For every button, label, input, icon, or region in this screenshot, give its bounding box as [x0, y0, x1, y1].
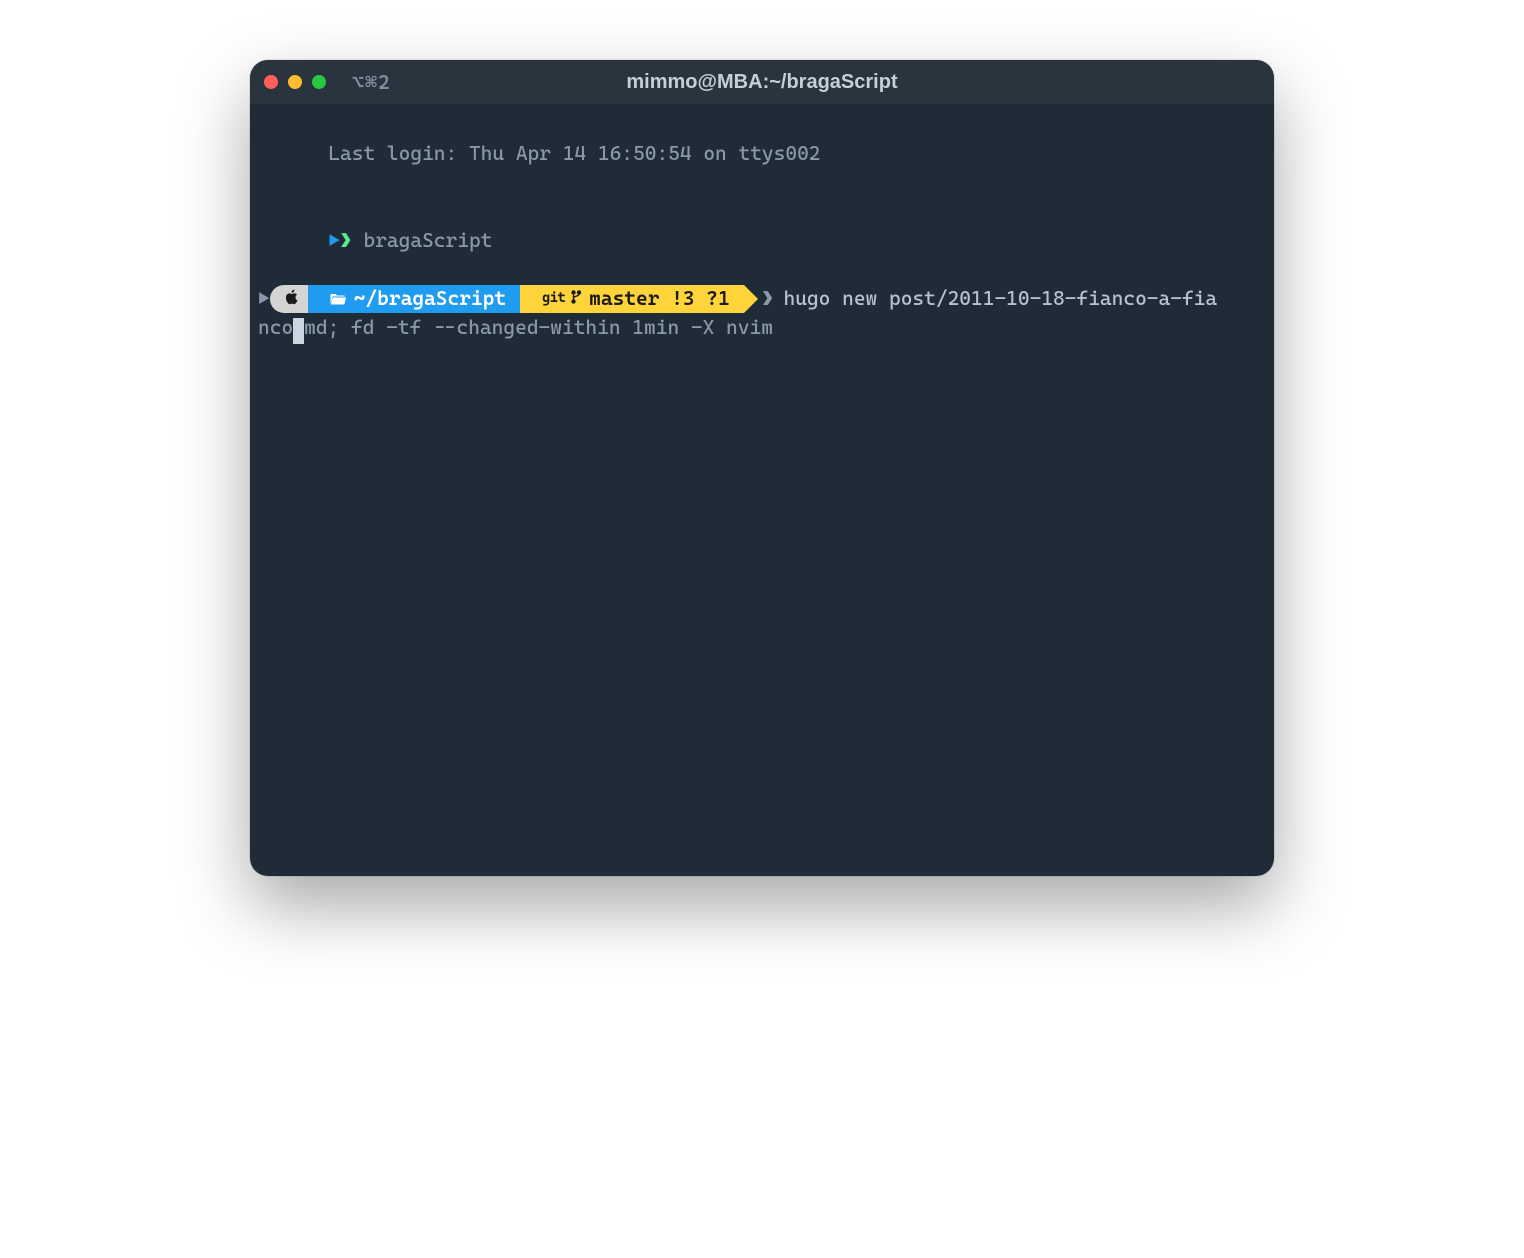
path-segment: ~/bragaScript: [308, 285, 520, 313]
prompt-line: ▶ ~/bragaScript git master !3 ?1: [250, 284, 1274, 313]
command-input-line1[interactable]: hugo new post/2011-10-18-fianco-a-fia: [784, 284, 1218, 313]
path-text: ~/bragaScript: [354, 284, 506, 313]
window-title: mimmo@MBA:~/bragaScript: [250, 71, 1274, 94]
git-status: !3 ?1: [671, 284, 730, 313]
git-branch-icon: [571, 284, 583, 313]
last-login-line: Last login: Thu Apr 14 16:50:54 on ttys0…: [250, 110, 1274, 197]
close-button[interactable]: [264, 75, 278, 89]
command-pre-cursor: nco: [258, 315, 293, 339]
cursor: [293, 318, 304, 344]
apple-icon: [284, 284, 298, 313]
titlebar: ⌥⌘2 mimmo@MBA:~/bragaScript: [250, 60, 1274, 104]
terminal-window: ⌥⌘2 mimmo@MBA:~/bragaScript Last login: …: [250, 60, 1274, 876]
zoom-button[interactable]: [312, 75, 326, 89]
previous-command: bragaScript: [363, 228, 492, 252]
tab-shortcut-hint: ⌥⌘2: [352, 70, 391, 94]
git-segment: git master !3 ?1: [520, 285, 744, 313]
prompt-trailing-arrow-icon: ❯: [762, 284, 774, 313]
command-post-cursor: md; fd -tf --changed-within 1min -X nvim: [304, 315, 773, 339]
command-input-line2[interactable]: nco md; fd -tf --changed-within 1min -X n…: [250, 313, 1274, 342]
git-branch-name: master: [589, 284, 659, 313]
git-label: git: [542, 288, 565, 308]
previous-command-line: ▶❯ bragaScript: [250, 197, 1274, 284]
os-segment: [270, 285, 308, 313]
terminal-body[interactable]: Last login: Thu Apr 14 16:50:54 on ttys0…: [250, 104, 1274, 876]
folder-open-icon: [330, 284, 346, 313]
prompt-leading-arrow-icon: ▶: [258, 284, 270, 313]
prompt-left-arrow-icon: ▶: [328, 228, 340, 252]
minimize-button[interactable]: [288, 75, 302, 89]
traffic-lights: [264, 75, 326, 89]
prompt-chevron-icon: ❯: [340, 228, 352, 252]
last-login-text: Last login: Thu Apr 14 16:50:54 on ttys0…: [328, 141, 820, 165]
